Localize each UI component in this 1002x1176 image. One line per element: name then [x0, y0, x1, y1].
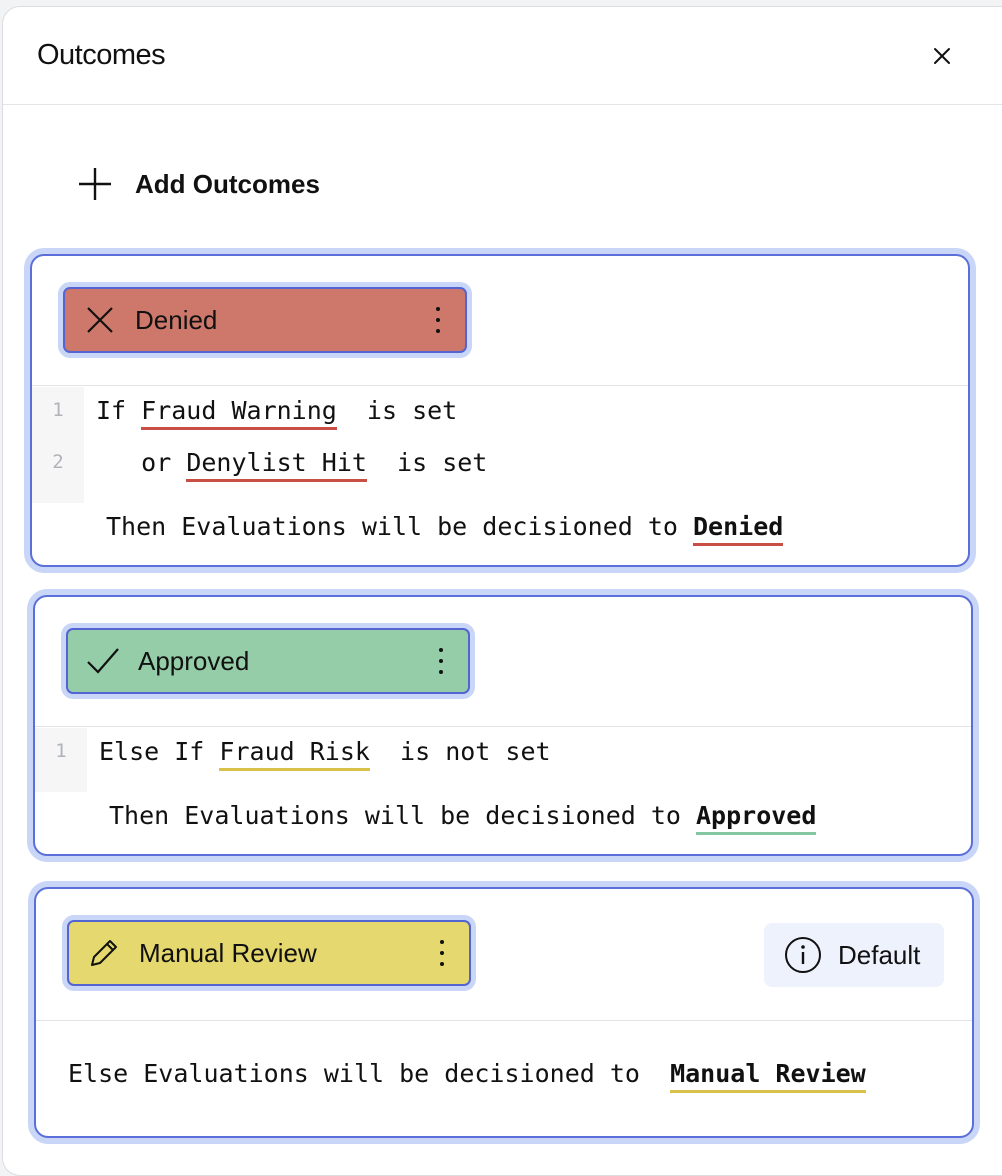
close-icon	[934, 48, 950, 64]
outcome-card-header: Denied	[32, 256, 968, 386]
decision-line: Then Evaluations will be decisioned to D…	[106, 512, 784, 546]
info-icon	[784, 936, 822, 974]
default-badge: Default	[764, 923, 944, 987]
condition-suffix: is set	[336, 396, 458, 425]
decision-value: Manual Review	[670, 1059, 866, 1093]
line-number: 1	[55, 740, 67, 762]
condition-variable[interactable]: Fraud Warning	[141, 396, 337, 430]
outcome-card-approved: Approved 1 Else If Fraud Risk is not set…	[33, 595, 973, 856]
decision-line: Else Evaluations will be decisioned to M…	[68, 1059, 866, 1093]
condition-variable[interactable]: Denylist Hit	[186, 448, 367, 482]
outcome-card-header: Manual Review Default	[36, 889, 972, 1021]
more-options-icon[interactable]	[434, 646, 448, 676]
plus-icon	[75, 164, 115, 204]
condition-line: If Fraud Warning is set	[96, 396, 457, 430]
more-options-icon[interactable]	[435, 938, 449, 968]
decision-value: Approved	[696, 801, 817, 835]
outcome-chip-label: Denied	[135, 304, 218, 335]
condition-prefix: Else If	[99, 737, 220, 766]
decision-text: Then Evaluations will be decisioned to	[106, 512, 693, 541]
decision-text: Else Evaluations will be decisioned to	[68, 1059, 671, 1088]
outcome-chip-manual-review[interactable]: Manual Review	[67, 920, 471, 986]
decision-line: Then Evaluations will be decisioned to A…	[109, 801, 817, 835]
condition-variable[interactable]: Fraud Risk	[219, 737, 370, 771]
condition-line: Else If Fraud Risk is not set	[99, 737, 551, 771]
outcome-card-denied: Denied 1 2 If Fraud Warning is set or De…	[30, 254, 970, 567]
condition-prefix: If	[96, 396, 142, 425]
decision-text: Then Evaluations will be decisioned to	[109, 801, 696, 830]
outcome-chip-denied[interactable]: Denied	[63, 287, 467, 353]
condition-prefix: or	[96, 448, 187, 477]
outcome-card-header: Approved	[35, 597, 971, 727]
outcome-chip-label: Manual Review	[139, 937, 317, 968]
check-icon	[86, 644, 120, 678]
outcome-card-manual-review: Manual Review Default Else Evaluations w…	[34, 887, 974, 1138]
outcome-chip-label: Approved	[138, 645, 250, 676]
close-button[interactable]	[929, 43, 955, 69]
condition-suffix: is not set	[369, 737, 551, 766]
line-number: 1	[52, 399, 64, 421]
x-icon	[83, 303, 117, 337]
condition-suffix: is set	[366, 448, 488, 477]
panel-header: Outcomes	[3, 7, 1002, 105]
line-number: 2	[52, 451, 64, 473]
default-label: Default	[838, 939, 921, 970]
more-options-icon[interactable]	[431, 305, 445, 335]
condition-line: or Denylist Hit is set	[96, 448, 487, 482]
decision-value: Denied	[693, 512, 784, 546]
add-outcomes-label: Add Outcomes	[135, 168, 320, 199]
add-outcomes-button[interactable]: Add Outcomes	[75, 161, 320, 207]
panel-title: Outcomes	[37, 39, 166, 71]
pencil-icon	[87, 936, 121, 970]
outcome-chip-approved[interactable]: Approved	[66, 628, 470, 694]
